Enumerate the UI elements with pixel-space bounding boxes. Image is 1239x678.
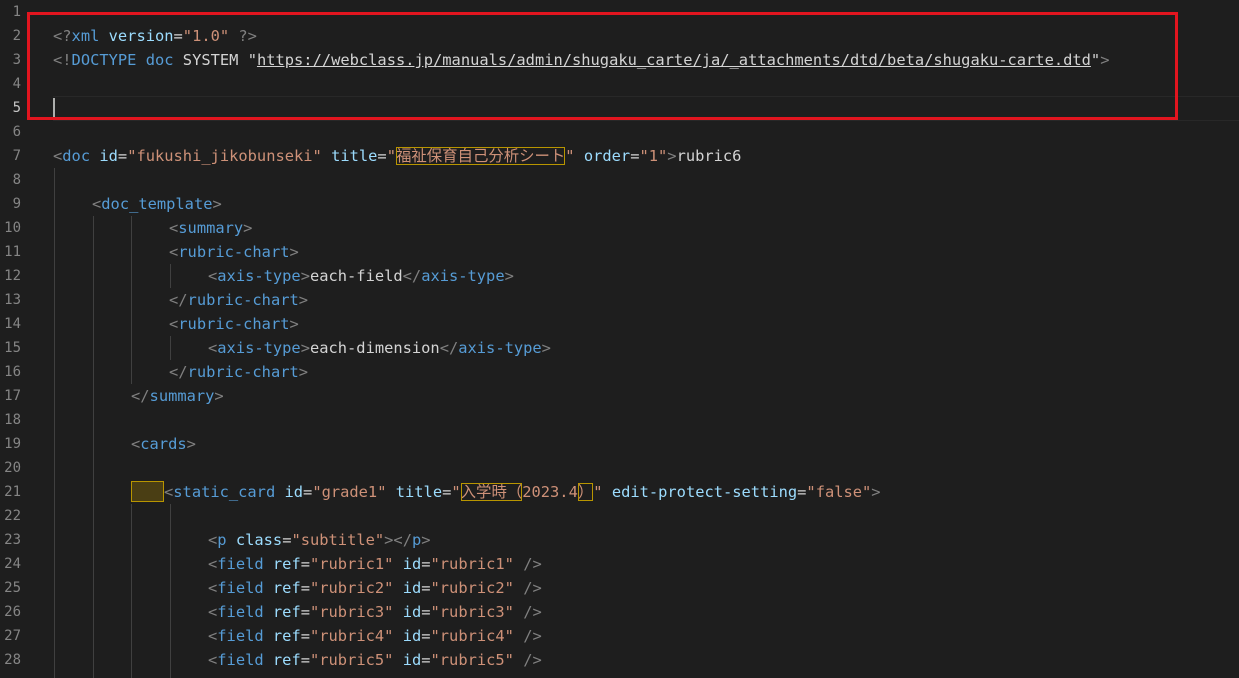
code-line-cursor [53, 96, 55, 120]
unicode-warning-highlight: 福祉保育自己分析シート [395, 147, 566, 165]
dtd-url-link[interactable]: https://webclass.jp/manuals/admin/shugak… [257, 51, 1091, 69]
unicode-warning-highlight: 入学時（ [460, 483, 523, 501]
code-line-axis-type: <axis-type>each-dimension</axis-type> [208, 339, 551, 357]
code-line-summary-open: <summary> [169, 219, 253, 237]
line-number: 21 [4, 484, 21, 500]
unicode-warning-highlight: ） [577, 483, 594, 501]
line-number: 27 [4, 628, 21, 644]
code-line-field: <field ref="rubric1" id="rubric1" /> [208, 555, 542, 573]
line-number: 25 [4, 580, 21, 596]
line-number: 24 [4, 556, 21, 572]
line-number-active: 5 [12, 100, 21, 116]
code-line-static-card: <static_card id="grade1" title="入学時（2023… [131, 480, 881, 504]
code-line-rubric-chart-close: </rubric-chart> [169, 363, 309, 381]
line-number: 16 [4, 364, 21, 380]
line-number: 8 [12, 172, 21, 188]
line-number: 22 [4, 508, 21, 524]
code-line-xml-declaration: <?xml version="1.0" ?> [53, 27, 257, 45]
line-number: 23 [4, 532, 21, 548]
text-cursor [53, 98, 55, 117]
line-number-gutter: 1 2 3 4 5 6 7 8 9 10 11 12 13 14 15 16 1… [0, 0, 40, 678]
code-line-field: <field ref="rubric5" id="rubric5" /> [208, 651, 542, 669]
code-line-summary-close: </summary> [131, 387, 224, 405]
code-line-field: <field ref="rubric3" id="rubric3" /> [208, 603, 542, 621]
code-line-rubric-chart-open: <rubric-chart> [169, 315, 299, 333]
line-number: 4 [12, 76, 21, 92]
code-line-rubric-chart-close: </rubric-chart> [169, 291, 309, 309]
code-line-field: <field ref="rubric2" id="rubric2" /> [208, 579, 542, 597]
line-number: 1 [12, 4, 21, 20]
line-number: 3 [12, 52, 21, 68]
line-number: 6 [12, 124, 21, 140]
line-number: 10 [4, 220, 21, 236]
line-number: 28 [4, 652, 21, 668]
code-editor[interactable]: 1 2 3 4 5 6 7 8 9 10 11 12 13 14 15 16 1… [0, 0, 1239, 678]
line-number: 15 [4, 340, 21, 356]
code-line-doctype: <!DOCTYPE doc SYSTEM "https://webclass.j… [53, 51, 1110, 69]
code-line-field: <field ref="rubric4" id="rubric4" /> [208, 627, 542, 645]
code-line-doc-open: <doc id="fukushi_jikobunseki" title="福祉保… [53, 147, 742, 165]
line-number: 13 [4, 292, 21, 308]
line-number: 12 [4, 268, 21, 284]
code-line-subtitle: <p class="subtitle"></p> [208, 531, 431, 549]
code-line-cards-open: <cards> [131, 435, 196, 453]
line-number: 9 [12, 196, 21, 212]
line-number: 2 [12, 28, 21, 44]
line-number: 18 [4, 412, 21, 428]
code-line-axis-type: <axis-type>each-field</axis-type> [208, 267, 514, 285]
line-number: 7 [12, 148, 21, 164]
line-number: 14 [4, 316, 21, 332]
line-number: 17 [4, 388, 21, 404]
line-number: 19 [4, 436, 21, 452]
code-line-rubric-chart-open: <rubric-chart> [169, 243, 299, 261]
whitespace-warning-highlight [131, 481, 164, 502]
code-area[interactable]: <?xml version="1.0" ?> <!DOCTYPE doc SYS… [53, 0, 1239, 678]
line-number: 26 [4, 604, 21, 620]
line-number: 20 [4, 460, 21, 476]
code-line-doc-template: <doc_template> [92, 195, 222, 213]
line-number: 11 [4, 244, 21, 260]
